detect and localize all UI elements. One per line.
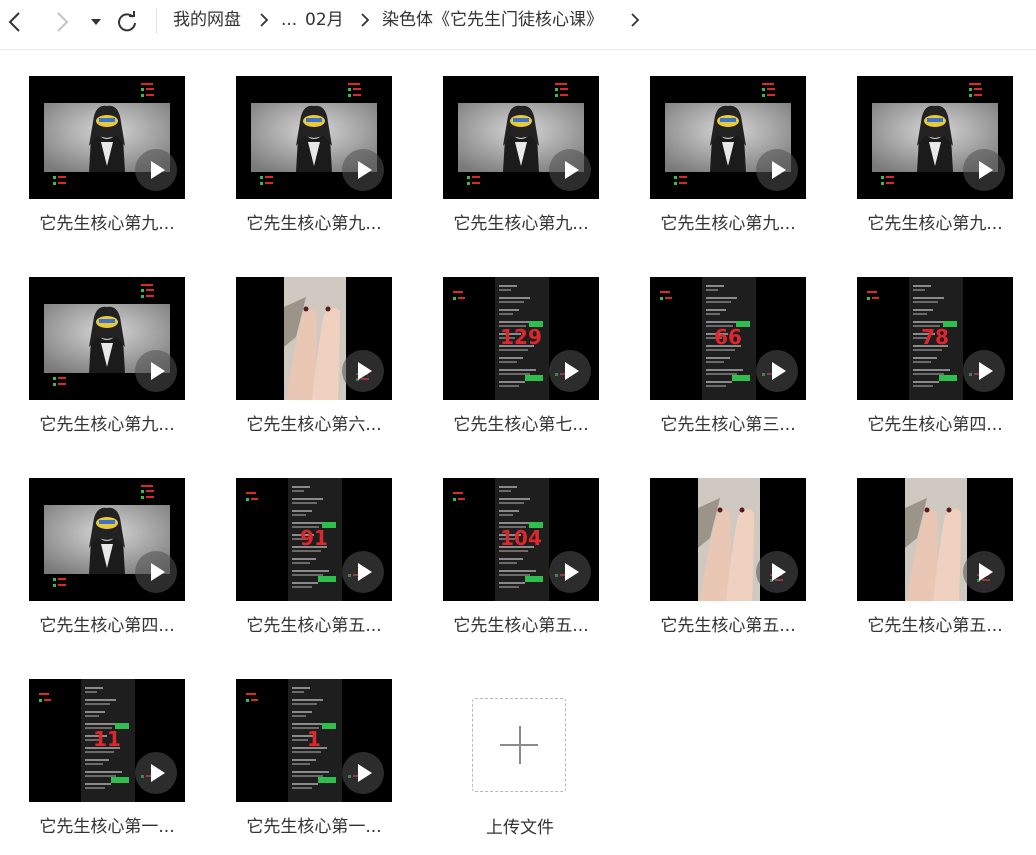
- video-thumbnail[interactable]: [650, 76, 806, 199]
- breadcrumb-month[interactable]: 02月: [305, 9, 344, 31]
- play-icon[interactable]: [342, 149, 384, 191]
- video-file-tile[interactable]: 78 它先生核心第四...: [857, 277, 1013, 452]
- thumbnail-number-overlay: 78: [921, 325, 949, 349]
- video-file-tile[interactable]: 它先生核心第五...: [857, 478, 1013, 653]
- play-icon[interactable]: [756, 149, 798, 191]
- video-thumbnail[interactable]: [29, 277, 185, 400]
- file-name[interactable]: 它先生核心第七...: [437, 410, 605, 435]
- file-name[interactable]: 它先生核心第一...: [23, 812, 191, 837]
- history-dropdown-button[interactable]: [82, 8, 110, 36]
- video-file-tile[interactable]: 1 它先生核心第一...: [236, 679, 392, 854]
- video-file-tile[interactable]: 它先生核心第九...: [650, 76, 806, 251]
- breadcrumb-root[interactable]: 我的网盘: [173, 9, 241, 31]
- play-icon[interactable]: [549, 551, 591, 593]
- video-file-tile[interactable]: 它先生核心第九...: [236, 76, 392, 251]
- navigation-toolbar: 我的网盘 ... 02月 染色体《它先生门徒核心课》: [0, 0, 1036, 50]
- video-file-tile[interactable]: 91 它先生核心第五...: [236, 478, 392, 653]
- file-name[interactable]: 它先生核心第九...: [23, 209, 191, 234]
- video-file-tile[interactable]: 它先生核心第九...: [443, 76, 599, 251]
- file-name[interactable]: 它先生核心第九...: [644, 209, 812, 234]
- video-file-tile[interactable]: 它先生核心第九...: [857, 76, 1013, 251]
- breadcrumb-chevron-icon: [361, 13, 370, 27]
- video-file-tile[interactable]: 它先生核心第九...: [29, 76, 185, 251]
- video-thumbnail[interactable]: [29, 76, 185, 199]
- upload-file-label: 上传文件: [486, 818, 554, 838]
- video-file-tile[interactable]: 129 它先生核心第七...: [443, 277, 599, 452]
- play-icon[interactable]: [549, 149, 591, 191]
- play-icon[interactable]: [549, 350, 591, 392]
- play-icon[interactable]: [135, 149, 177, 191]
- video-thumbnail[interactable]: 1: [236, 679, 392, 802]
- thumbnail-number-overlay: 1: [307, 727, 321, 751]
- video-thumbnail[interactable]: 104: [443, 478, 599, 601]
- file-name[interactable]: 它先生核心第五...: [851, 611, 1019, 636]
- file-name[interactable]: 它先生核心第四...: [23, 611, 191, 636]
- video-file-tile[interactable]: 66 它先生核心第三...: [650, 277, 806, 452]
- thumbnail-number-overlay: 91: [300, 526, 328, 550]
- video-thumbnail[interactable]: 78: [857, 277, 1013, 400]
- file-name[interactable]: 它先生核心第六...: [230, 410, 398, 435]
- thumbnail-number-overlay: 11: [93, 727, 121, 751]
- video-file-tile[interactable]: 它先生核心第四...: [29, 478, 185, 653]
- thumbnail-number-overlay: 129: [500, 325, 542, 349]
- file-name[interactable]: 它先生核心第九...: [851, 209, 1019, 234]
- video-file-tile[interactable]: 它先生核心第五...: [650, 478, 806, 653]
- forward-button[interactable]: [48, 8, 76, 36]
- video-thumbnail[interactable]: [857, 478, 1013, 601]
- upload-file-button[interactable]: [472, 698, 566, 792]
- play-icon[interactable]: [342, 752, 384, 794]
- play-icon[interactable]: [963, 350, 1005, 392]
- play-icon[interactable]: [963, 149, 1005, 191]
- file-name[interactable]: 它先生核心第五...: [437, 611, 605, 636]
- refresh-button[interactable]: [113, 8, 141, 36]
- play-icon[interactable]: [756, 350, 798, 392]
- video-thumbnail[interactable]: [236, 76, 392, 199]
- thumbnail-number-overlay: 104: [500, 526, 542, 550]
- breadcrumb-chevron-icon: [631, 13, 640, 27]
- chevron-left-icon: [8, 12, 20, 32]
- video-thumbnail[interactable]: [443, 76, 599, 199]
- play-icon[interactable]: [963, 551, 1005, 593]
- play-icon[interactable]: [135, 551, 177, 593]
- file-name[interactable]: 它先生核心第一...: [230, 812, 398, 837]
- file-name[interactable]: 它先生核心第九...: [23, 410, 191, 435]
- video-file-tile[interactable]: 11 它先生核心第一...: [29, 679, 185, 854]
- file-name[interactable]: 它先生核心第五...: [644, 611, 812, 636]
- file-name[interactable]: 它先生核心第九...: [230, 209, 398, 234]
- video-thumbnail[interactable]: 66: [650, 277, 806, 400]
- refresh-icon: [118, 11, 136, 32]
- video-thumbnail[interactable]: 91: [236, 478, 392, 601]
- video-thumbnail[interactable]: [857, 76, 1013, 199]
- file-name[interactable]: 它先生核心第四...: [851, 410, 1019, 435]
- chevron-right-icon: [57, 12, 69, 32]
- breadcrumb-current-folder[interactable]: 染色体《它先生门徒核心课》: [382, 9, 603, 31]
- back-button[interactable]: [1, 8, 29, 36]
- breadcrumb-chevron-icon: [260, 13, 269, 27]
- caret-down-icon: [91, 19, 101, 25]
- thumbnail-number-overlay: 66: [714, 325, 742, 349]
- video-file-tile[interactable]: 它先生核心第六...: [236, 277, 392, 452]
- play-icon[interactable]: [135, 752, 177, 794]
- play-icon[interactable]: [135, 350, 177, 392]
- video-file-tile[interactable]: 104 它先生核心第五...: [443, 478, 599, 653]
- toolbar-divider: [156, 8, 157, 34]
- play-icon[interactable]: [342, 350, 384, 392]
- play-icon[interactable]: [756, 551, 798, 593]
- video-file-tile[interactable]: 它先生核心第九...: [29, 277, 185, 452]
- video-thumbnail[interactable]: 11: [29, 679, 185, 802]
- play-icon[interactable]: [342, 551, 384, 593]
- file-name[interactable]: 它先生核心第五...: [230, 611, 398, 636]
- video-thumbnail[interactable]: [29, 478, 185, 601]
- file-name[interactable]: 它先生核心第三...: [644, 410, 812, 435]
- breadcrumb-ellipsis[interactable]: ...: [281, 9, 297, 31]
- video-thumbnail[interactable]: [236, 277, 392, 400]
- video-thumbnail[interactable]: [650, 478, 806, 601]
- video-thumbnail[interactable]: 129: [443, 277, 599, 400]
- file-name[interactable]: 它先生核心第九...: [437, 209, 605, 234]
